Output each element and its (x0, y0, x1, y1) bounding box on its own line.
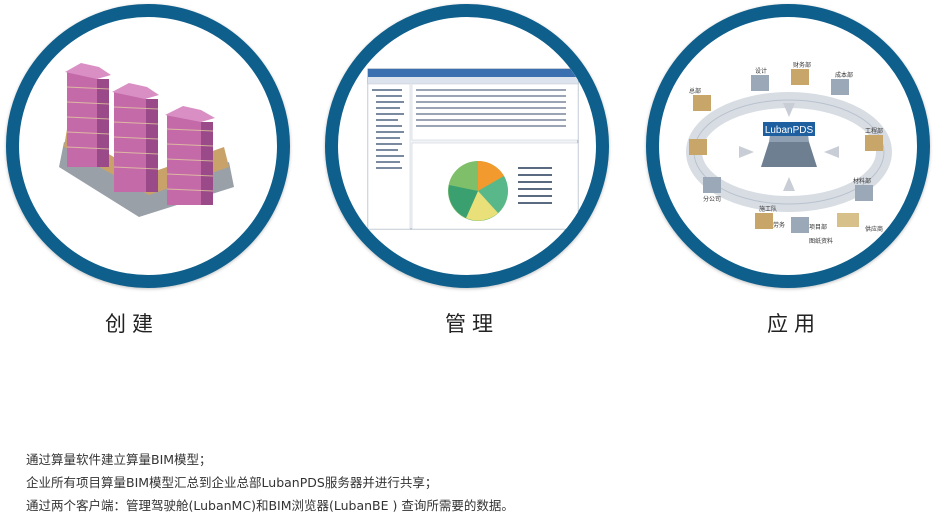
node-label: 财务部 (793, 61, 811, 69)
lubanpds-diagram-illustration: LubanPDS 总部 设计 财务部 成本部 工程部 材料部 供应商 项目部 劳… (686, 61, 892, 245)
bim-model-image-circle (6, 4, 290, 288)
node-label: 成本部 (835, 71, 853, 79)
create-label: 创建 (105, 312, 159, 336)
node-label: 设计 (755, 67, 767, 75)
lubanpds-label: LubanPDS (765, 125, 814, 136)
apply-label: 应用 (767, 312, 821, 336)
node-label: 劳务 (773, 221, 785, 229)
node-label: 总部 (689, 87, 701, 95)
bim-building-illustration (59, 63, 234, 217)
description-line: 通过两个客户端：管理驾驶舱(LubanMC)和BIM浏览器(LubanBE ) … (26, 498, 514, 513)
node-label: 工程部 (865, 127, 883, 135)
node-label: 项目部 (809, 223, 827, 231)
node-label: 施工队 (759, 205, 777, 213)
description-line: 通过算量软件建立算量BIM模型； (26, 452, 212, 467)
node-label: 图纸资料 (809, 237, 833, 245)
node-label: 供应商 (865, 225, 883, 233)
management-software-circle (325, 4, 609, 288)
application-diagram-circle: LubanPDS 总部 设计 财务部 成本部 工程部 材料部 供应商 项目部 劳… (646, 4, 930, 288)
software-screenshot-illustration (367, 68, 579, 230)
node-label: 材料部 (853, 177, 871, 185)
description-text: 通过算量软件建立算量BIM模型； 企业所有项目算量BIM模型汇总到企业总部Lub… (26, 448, 514, 517)
manage-label: 管理 (445, 312, 499, 336)
description-line: 企业所有项目算量BIM模型汇总到企业总部LubanPDS服务器并进行共享； (26, 475, 438, 490)
node-label: 分公司 (703, 195, 721, 203)
